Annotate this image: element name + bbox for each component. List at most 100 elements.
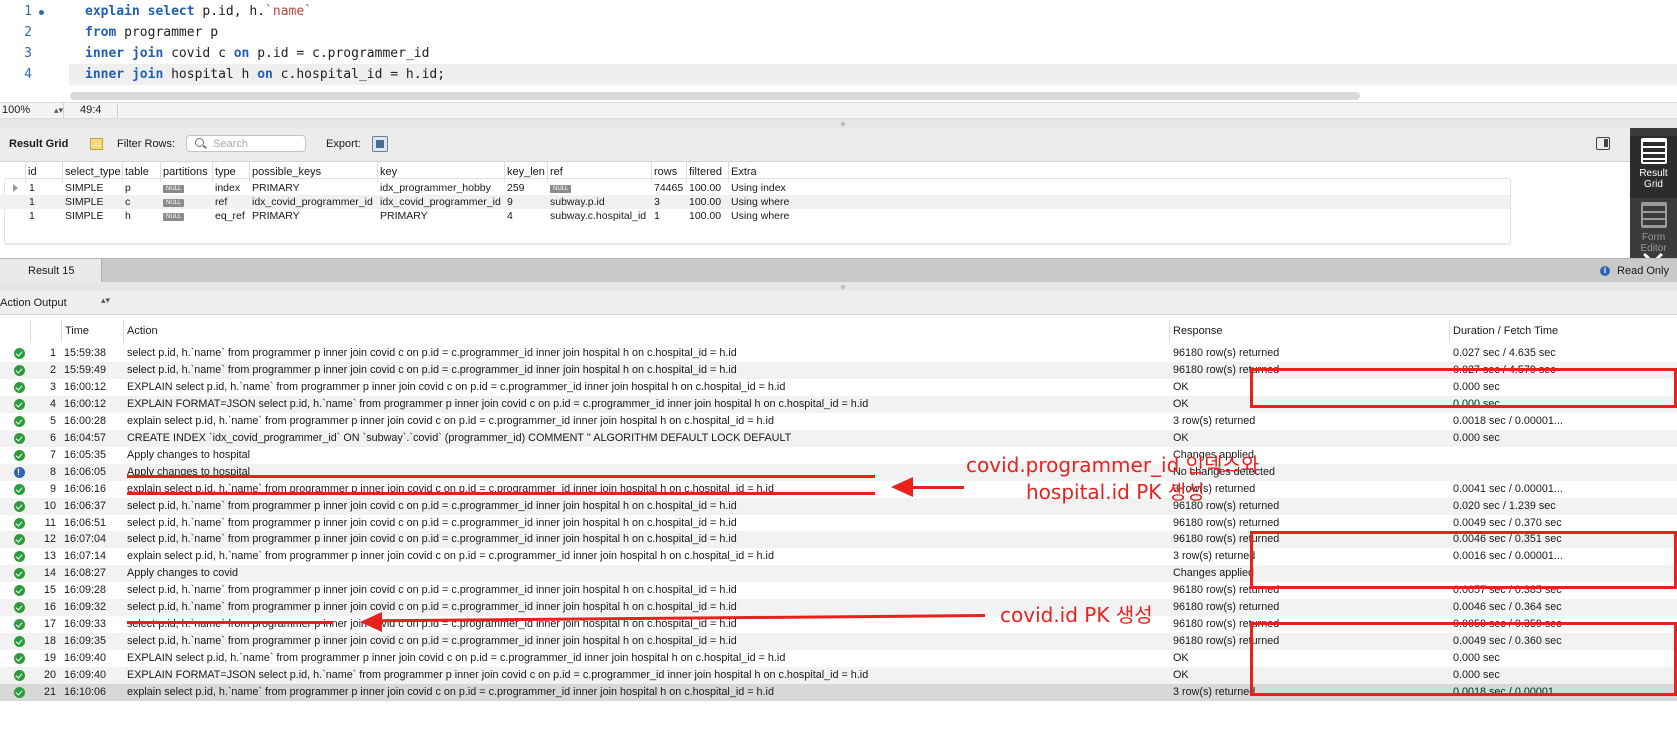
grid-cell-filtered[interactable]: 100.00	[686, 195, 728, 209]
grid-cell-key[interactable]: idx_covid_programmer_id	[377, 195, 504, 209]
grid-cell-key_len[interactable]: 9	[504, 195, 547, 209]
grid-cell-extra[interactable]: Using index	[728, 181, 914, 195]
grid-cell-select_type[interactable]: SIMPLE	[62, 195, 122, 209]
annotation-covid-pk: covid.id PK 생성	[1000, 603, 1153, 627]
output-row-number: 21	[43, 686, 56, 698]
grid-cell-filtered[interactable]: 100.00	[686, 209, 728, 223]
grid-cell-possible_keys[interactable]: PRIMARY	[249, 181, 377, 195]
output-row[interactable]: 1 15:59:38 select p.id, h.`name` from prog…	[0, 345, 1677, 362]
editor-splitter[interactable]	[0, 119, 1677, 128]
output-action: Apply changes to covid	[127, 567, 239, 580]
output-row[interactable]: 2 15:59:49 select p.id, h.`name` from prog…	[0, 361, 1677, 379]
grid-cell-extra[interactable]: Using where	[728, 195, 914, 209]
editor-horizontal-scrollbar[interactable]	[70, 92, 1360, 100]
success-check-icon	[14, 483, 25, 495]
output-row[interactable]: 18 16:09:35 select p.id, h.`name` from pro…	[0, 633, 1677, 651]
grid-cell-table[interactable]: h	[122, 209, 160, 223]
output-row[interactable]: 10 16:06:37 select p.id, h.`name` from pro…	[0, 497, 1677, 515]
column-header-time[interactable]: Time	[61, 320, 123, 342]
grid-cell-id[interactable]: 1	[25, 209, 62, 223]
toggle-panel-icon[interactable]	[1596, 137, 1610, 150]
code-line[interactable]: 2 from programmer p	[0, 22, 1677, 43]
sql-text: hospital h	[163, 67, 258, 82]
output-row[interactable]: 11 16:06:51 select p.id, h.`name` from pro…	[0, 515, 1677, 532]
output-type-select[interactable]: Action Output	[0, 297, 67, 309]
code-line[interactable]: 1 explain select p.id, h.`name`	[0, 1, 1677, 22]
grid-cell-id[interactable]: 1	[25, 195, 62, 209]
grid-row[interactable]: 1 SIMPLE h NULL eq_ref PRIMARY PRIMARY 4 subway.…	[0, 209, 1510, 223]
output-row[interactable]: 6 16:04:57 CREATE INDEX `idx_covid_program…	[0, 429, 1677, 447]
output-response: 3 row(s) returned	[1173, 550, 1256, 563]
grid-cell-rows[interactable]: 3	[651, 195, 686, 209]
grid-cell-extra[interactable]: Using where	[728, 209, 914, 223]
column-header-response[interactable]: Response	[1169, 320, 1449, 342]
grid-cell-ref[interactable]: subway.c.hospital_id	[547, 209, 651, 223]
output-row-number: 20	[43, 669, 56, 682]
grid-row[interactable]: 1 SIMPLE c NULL ref idx_covid_programmer_id id…	[0, 195, 1510, 209]
code-line[interactable]: 4 inner join hospital h on c.hospital_id …	[24, 64, 1677, 85]
grid-cell-key[interactable]: idx_programmer_hobby	[377, 181, 504, 195]
output-row[interactable]: 17 16:09:33 select p.id, h.`name` from pro…	[0, 616, 1677, 633]
annotation-index-pk-line2: hospital.id PK 생성	[1026, 480, 1205, 504]
grid-cell-ref[interactable]: subway.p.id	[547, 195, 651, 209]
output-row[interactable]: 4 16:00:12 EXPLAIN FORMAT=JSON select p.id…	[0, 395, 1677, 413]
form-editor-view-button[interactable]: Form Editor	[1630, 200, 1677, 266]
grid-cell-type[interactable]: eq_ref	[212, 209, 249, 223]
output-row[interactable]: 13 16:07:14 explain select p.id, h.`name` …	[0, 548, 1677, 565]
zoom-select[interactable]: 100% ▴▾	[2, 103, 64, 118]
chevron-updown-icon[interactable]: ▴▾	[101, 295, 110, 306]
output-splitter[interactable]	[0, 282, 1677, 291]
output-row[interactable]: 5 16:00:28 explain select p.id, h.`name` f…	[0, 413, 1677, 430]
grid-cell-filtered[interactable]: 100.00	[686, 181, 728, 195]
grid-cell-select_type[interactable]: SIMPLE	[62, 181, 122, 195]
column-header-duration[interactable]: Duration / Fetch Time	[1449, 320, 1677, 342]
result-grid-view-button[interactable]: Result Grid	[1630, 136, 1677, 198]
grid-cell-partitions[interactable]: NULL	[160, 181, 212, 195]
success-check-icon	[14, 602, 25, 614]
grid-cell-table[interactable]: c	[122, 195, 160, 209]
output-row[interactable]: 9 16:06:16 explain select p.id, h.`name` f…	[0, 481, 1677, 498]
grid-row[interactable]: 1 SIMPLE p NULL index PRIMARY idx_programmer_h…	[0, 181, 1510, 195]
output-row[interactable]: 14 16:08:27 Apply changes to covid Changes …	[0, 565, 1677, 583]
grid-cell-key[interactable]: PRIMARY	[377, 209, 504, 223]
grid-cell-partitions[interactable]: NULL	[160, 209, 212, 223]
output-row[interactable]: 20 16:09:40 EXPLAIN FORMAT=JSON select p.i…	[0, 667, 1677, 685]
sql-keyword: on	[233, 46, 250, 61]
grid-cell-type[interactable]: index	[212, 181, 249, 195]
code-line[interactable]: 3 inner join covid c on p.id = c.programm…	[0, 43, 1677, 64]
grid-cell-possible_keys[interactable]: idx_covid_programmer_id	[249, 195, 377, 209]
cursor-position: 49:4	[80, 103, 118, 118]
output-row[interactable]: 21 16:10:06 explain select p.id, h.`name` …	[0, 684, 1677, 701]
column-header-index[interactable]	[30, 320, 62, 342]
sql-text: covid c	[163, 46, 234, 61]
grid-cell-partitions[interactable]: NULL	[160, 195, 212, 209]
code-text: inner join hospital h on c.hospital_id =…	[85, 64, 445, 85]
grid-cell-table[interactable]: p	[122, 181, 160, 195]
grid-cell-type[interactable]: ref	[212, 195, 249, 209]
grid-cell-id[interactable]: 1	[25, 181, 62, 195]
output-row[interactable]: 816:06:05Apply changes to hospitalNo cha…	[0, 463, 1677, 481]
column-header-action[interactable]: Action	[123, 320, 1169, 342]
output-time: 16:07:14	[64, 550, 107, 563]
search-placeholder: Search	[213, 138, 248, 150]
grid-icon[interactable]	[90, 138, 103, 150]
output-row[interactable]: 3 16:00:12 EXPLAIN select p.id, h.`name` f…	[0, 379, 1677, 396]
grid-cell-select_type[interactable]: SIMPLE	[62, 209, 122, 223]
output-row[interactable]: 15 16:09:28 select p.id, h.`name` from pro…	[0, 582, 1677, 599]
grid-cell-rows[interactable]: 74465	[651, 181, 686, 195]
sql-editor[interactable]: 1 explain select p.id, h.`name` 2 from prog…	[0, 0, 1677, 100]
output-row[interactable]: 19 16:09:40 EXPLAIN select p.id, h.`name` …	[0, 650, 1677, 667]
grid-cell-possible_keys[interactable]: PRIMARY	[249, 209, 377, 223]
export-icon[interactable]	[372, 136, 388, 152]
filter-search-input[interactable]: Search	[186, 135, 306, 152]
grid-cell-rows[interactable]: 1	[651, 209, 686, 223]
grid-cell-key_len[interactable]: 259	[504, 181, 547, 195]
output-row[interactable]: 12 16:07:04 select p.id, h.`name` from pro…	[0, 531, 1677, 549]
output-row-number: 1	[49, 347, 56, 359]
grid-cell-ref[interactable]: NULL	[547, 181, 651, 195]
output-row[interactable]: 7 16:05:35 Apply changes to hospital Change…	[0, 447, 1677, 464]
grid-cell-key_len[interactable]: 4	[504, 209, 547, 223]
output-row[interactable]: 16 16:09:32 select p.id, h.`name` from pro…	[0, 599, 1677, 617]
tab-result-15[interactable]: Result 15	[0, 259, 102, 283]
export-label: Export:	[326, 138, 361, 150]
